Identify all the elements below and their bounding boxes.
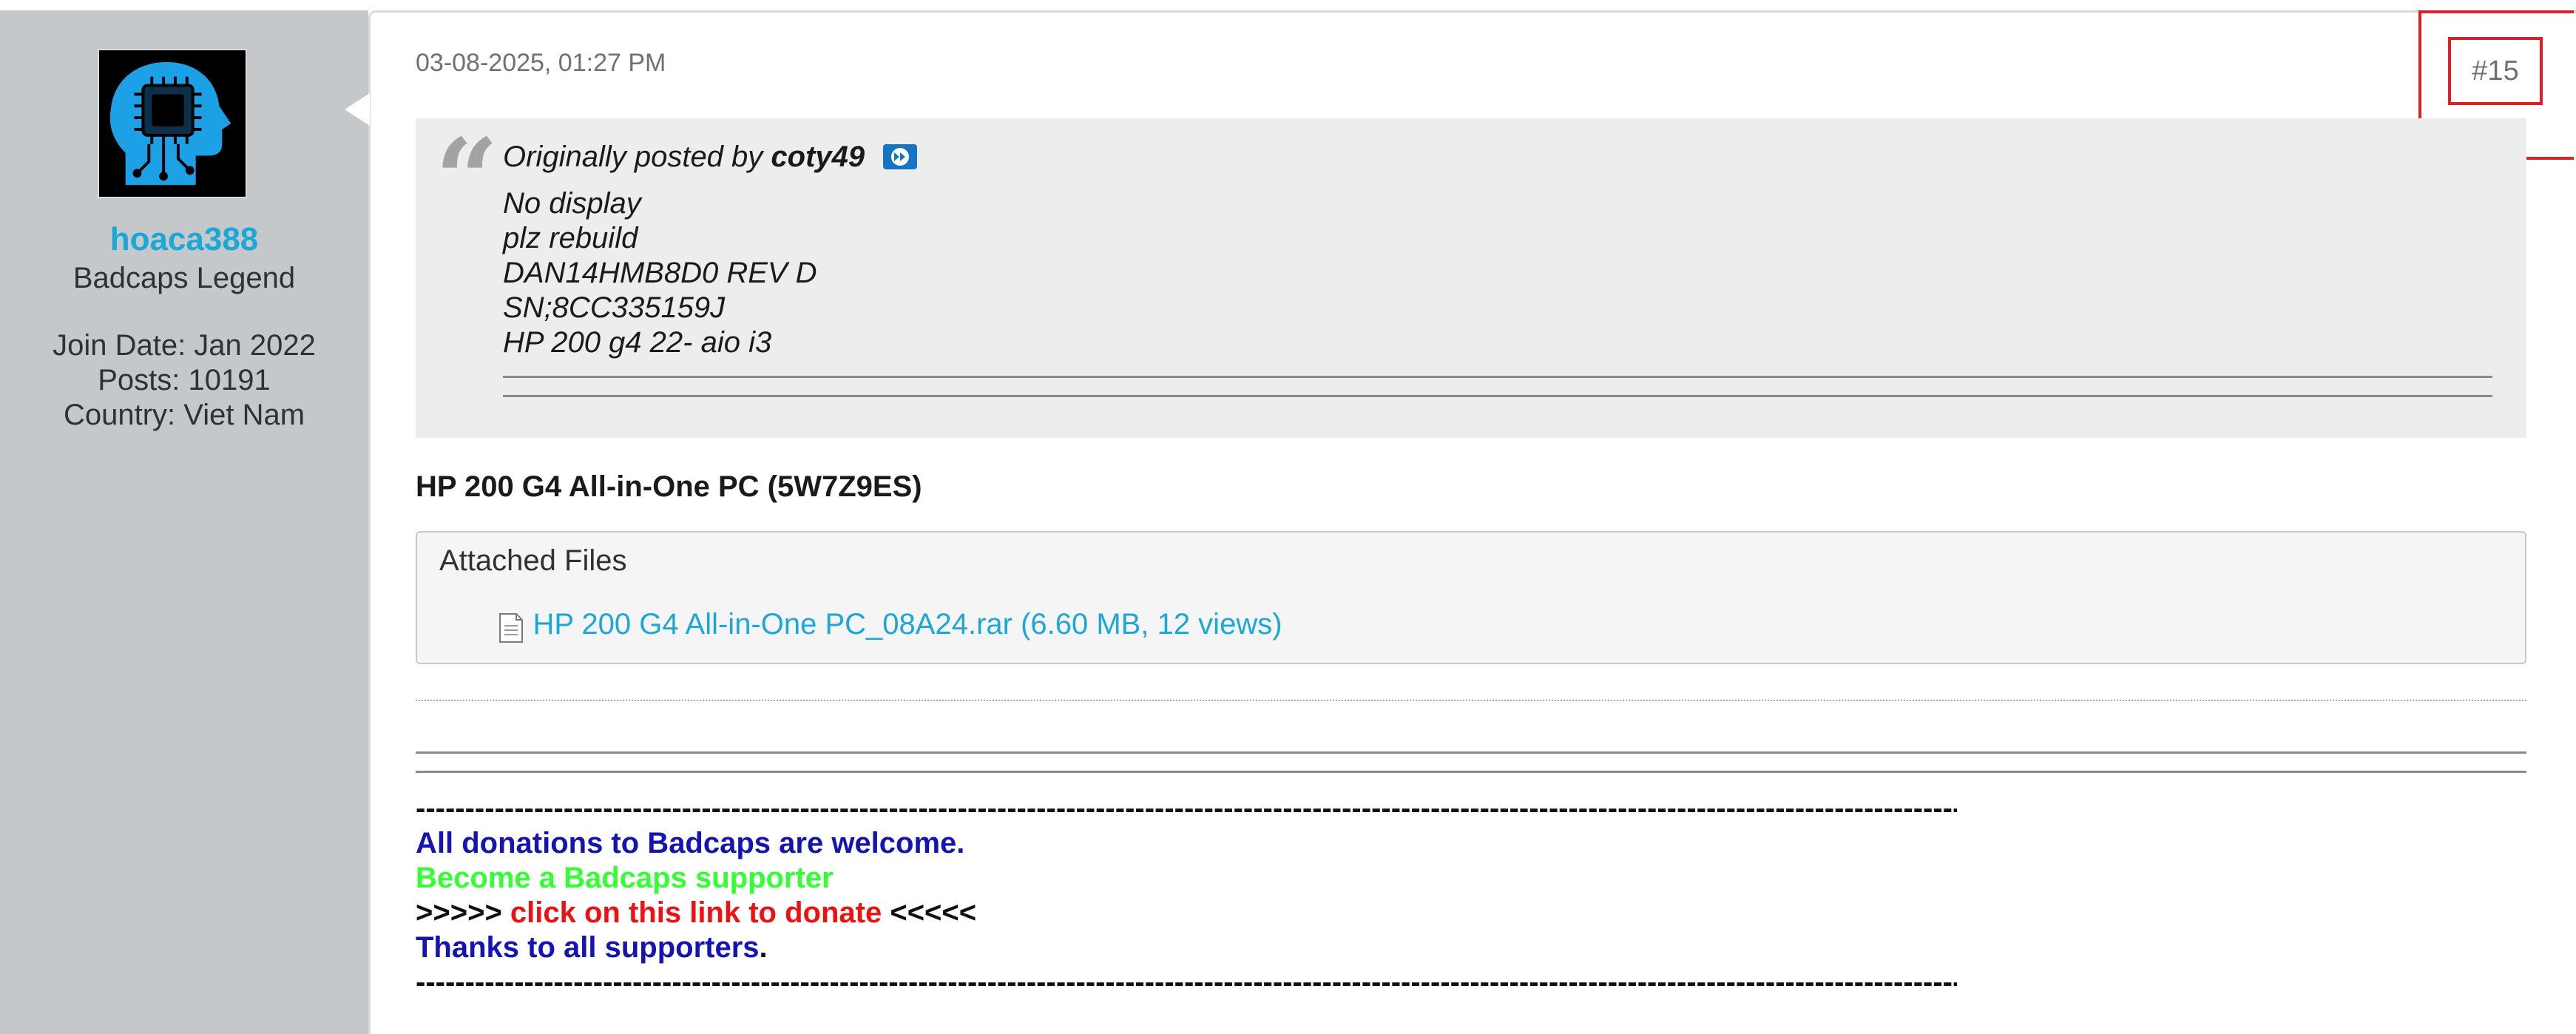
post-dotted-divider — [416, 700, 2526, 701]
quote-block: “ Originally posted by coty49 No display… — [416, 118, 2526, 438]
attachment-link[interactable]: HP 200 G4 All-in-One PC_08A24.rar (6.60 … — [533, 608, 1282, 641]
attached-files-title: Attached Files — [439, 544, 627, 577]
quote-line: HP 200 g4 22- aio i3 — [503, 326, 772, 359]
thanks-period: . — [759, 931, 768, 964]
avatar[interactable] — [98, 49, 247, 198]
quote-divider — [503, 395, 2492, 397]
signature-line-thanks: Thanks to all supporters. — [416, 930, 1957, 965]
thanks-text: Thanks to all supporters — [416, 931, 760, 964]
username-link[interactable]: hoaca388 — [0, 220, 368, 260]
post-number-link[interactable]: #15 — [2448, 37, 2543, 105]
ai-chip-head-icon — [99, 50, 246, 197]
signature-divider — [416, 771, 2526, 773]
quote-line: plz rebuild — [503, 222, 638, 254]
quote-author: coty49 — [771, 141, 865, 173]
signature-line-supporter: Become a Badcaps supporter — [416, 862, 834, 894]
user-stats: Join Date: Jan 2022 Posts: 10191 Country… — [0, 328, 368, 433]
signature-dashes-top: ----------------------------------------… — [416, 792, 1957, 825]
signature: ----------------------------------------… — [416, 791, 1957, 1000]
attachment-item[interactable]: HP 200 G4 All-in-One PC_08A24.rar (6.60 … — [498, 608, 1282, 643]
post-pointer-arrow — [345, 93, 370, 126]
quote-mark-icon: “ — [435, 115, 499, 245]
donate-suffix: <<<<< — [882, 896, 977, 929]
signature-line-donations: All donations to Badcaps are welcome. — [416, 827, 965, 859]
donate-prefix: >>>>> — [416, 896, 510, 929]
signature-divider — [416, 751, 2526, 754]
quote-content: No display plz rebuild DAN14HMB8D0 REV D… — [503, 186, 817, 360]
quote-divider — [503, 376, 2492, 378]
user-sidebar: hoaca388 Badcaps Legend Join Date: Jan 2… — [0, 10, 368, 1034]
quote-prefix: Originally posted by — [503, 141, 763, 173]
post-count: Posts: 10191 — [98, 364, 271, 396]
signature-line-donate: >>>>> click on this link to donate <<<<< — [416, 896, 1957, 930]
view-post-icon[interactable] — [883, 144, 918, 170]
post-body-text: HP 200 G4 All-in-One PC (5W7Z9ES) — [416, 470, 922, 503]
attached-files-box: Attached Files HP 200 G4 All-in-One PC_0… — [416, 531, 2526, 664]
document-icon — [498, 612, 524, 643]
post-date: 03-08-2025, 01:27 PM — [416, 49, 666, 77]
join-date: Join Date: Jan 2022 — [53, 329, 316, 362]
user-title: Badcaps Legend — [72, 262, 296, 294]
quote-line: SN;8CC335159J — [503, 291, 726, 324]
country: Country: Viet Nam — [63, 399, 305, 431]
quote-line: DAN14HMB8D0 REV D — [503, 257, 817, 289]
signature-dashes-bottom: ----------------------------------------… — [416, 966, 1957, 998]
quote-header: Originally posted by coty49 — [503, 141, 918, 174]
donate-link[interactable]: click on this link to donate — [510, 896, 882, 929]
quote-line: No display — [503, 187, 641, 220]
